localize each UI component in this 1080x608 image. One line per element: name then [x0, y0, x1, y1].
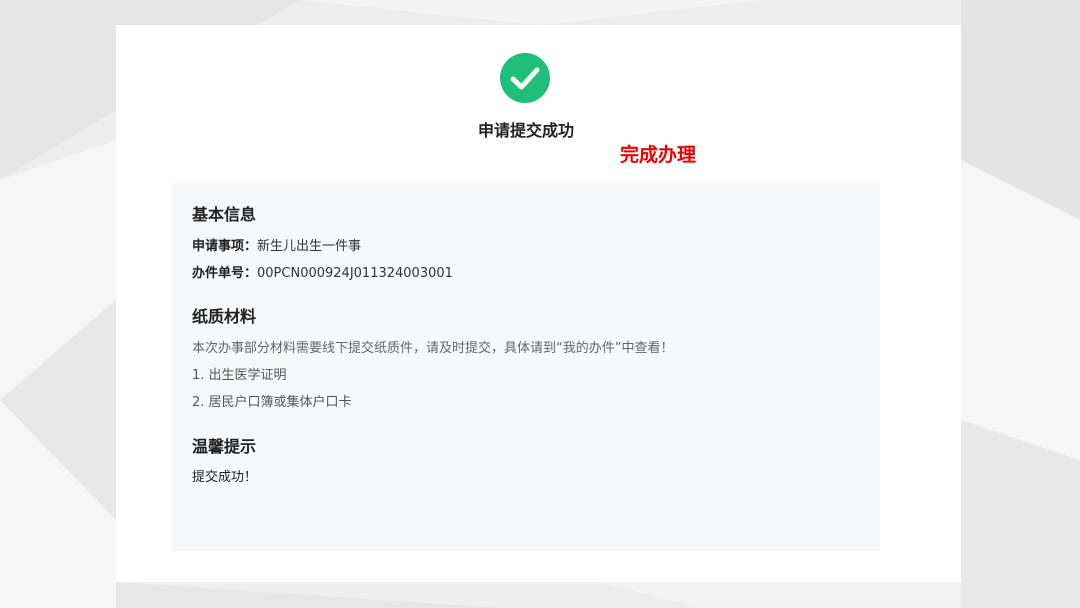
case-number-value: 00PCN000924J011324003001: [257, 266, 453, 281]
page-title: 申请提交成功: [477, 121, 574, 140]
result-card: 申请提交成功 完成办理 基本信息 申请事项：新生儿出生一件事 办件单号：00PC…: [116, 25, 961, 582]
paper-materials-title: 纸质材料: [192, 307, 257, 326]
check-circle-icon: [500, 53, 550, 103]
paper-materials-note: 本次办事部分材料需要线下提交纸质件，请及时提交，具体请到“我的办件”中查看！: [192, 341, 674, 356]
apply-item-row: 申请事项：新生儿出生一件事: [192, 238, 361, 256]
tips-title: 温馨提示: [192, 437, 257, 456]
tips-text: 提交成功！: [192, 470, 258, 485]
case-number-row: 办件单号：00PCN000924J011324003001: [192, 265, 453, 283]
material-item: 1. 出生医学证明: [192, 368, 287, 383]
done-label: 完成办理: [620, 144, 697, 166]
case-number-label: 办件单号：: [192, 266, 258, 281]
material-item: 2. 居民户口簿或集体户口卡: [192, 395, 352, 410]
apply-item-value: 新生儿出生一件事: [257, 239, 362, 254]
apply-item-label: 申请事项：: [192, 239, 258, 254]
basic-info-title: 基本信息: [192, 205, 257, 224]
info-panel: 基本信息 申请事项：新生儿出生一件事 办件单号：00PCN000924J0113…: [172, 183, 880, 551]
